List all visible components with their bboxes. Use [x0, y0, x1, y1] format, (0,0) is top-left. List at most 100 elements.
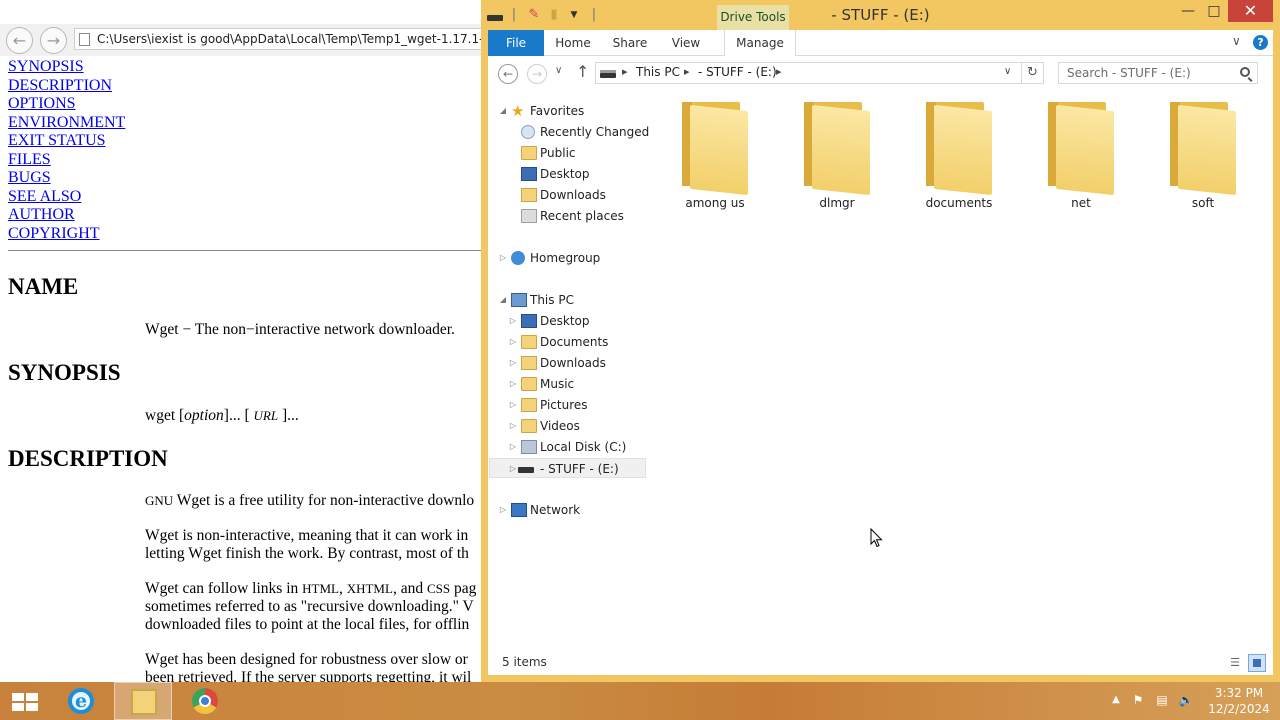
- clock[interactable]: 3:32 PM 12/2/2024: [1204, 685, 1274, 717]
- nav-pc-music-label: Music: [540, 377, 575, 391]
- file-list: among us dlmgr documents net soft: [648, 92, 1273, 652]
- browser-back-button[interactable]: ←: [6, 27, 33, 54]
- refresh-button[interactable]: ↻: [1022, 62, 1044, 84]
- toc-link-files[interactable]: FILES: [8, 151, 125, 170]
- folder-name: net: [1071, 196, 1091, 210]
- large-icons-view-icon[interactable]: [1248, 654, 1266, 672]
- nav-pc-videos[interactable]: ▷ Videos: [508, 416, 648, 436]
- tab-file[interactable]: File: [488, 30, 544, 56]
- taskbar-chrome[interactable]: [176, 682, 234, 720]
- browser-address-bar[interactable]: C:\Users\iexist is good\AppData\Local\Te…: [74, 28, 482, 50]
- nav-recent-places[interactable]: Recent places: [498, 206, 648, 226]
- nav-homegroup[interactable]: ▷ Homegroup: [498, 248, 648, 268]
- breadcrumb-stuff-drive[interactable]: - STUFF - (E:): [698, 65, 777, 79]
- folder-icon: [1170, 102, 1236, 196]
- explorer-content: ← → ∨ ↑ ▸ This PC ▸ - STUFF - (E:) ▸ ∨ ↻…: [488, 56, 1273, 675]
- nav-pc-documents[interactable]: ▷ Documents: [508, 332, 648, 352]
- start-button[interactable]: [0, 682, 50, 720]
- browser-address-text: C:\Users\iexist is good\AppData\Local\Te…: [97, 32, 482, 46]
- breadcrumb-separator-icon[interactable]: ▸: [622, 65, 628, 78]
- documents-icon: [521, 335, 537, 349]
- divider: [8, 250, 482, 251]
- nav-pc-local-disk[interactable]: ▷ Local Disk (C:): [508, 437, 648, 457]
- taskbar-file-explorer[interactable]: [114, 682, 172, 720]
- search-icon[interactable]: [1240, 67, 1250, 77]
- forward-button[interactable]: →: [527, 64, 547, 84]
- nav-favorites[interactable]: ◢ ★ Favorites: [498, 101, 648, 121]
- nav-favorites-downloads[interactable]: Downloads: [498, 185, 648, 205]
- name-heading: NAME: [8, 274, 79, 299]
- recent-locations-icon[interactable]: ∨: [555, 65, 562, 76]
- collapse-icon[interactable]: ◢: [498, 290, 508, 310]
- expand-icon[interactable]: ▷: [508, 332, 518, 352]
- toc-link-author[interactable]: AUTHOR: [8, 206, 125, 225]
- nav-this-pc[interactable]: ◢ This PC: [498, 290, 648, 310]
- navigation-pane: ◢ ★ Favorites Recently Changed Public De…: [488, 92, 650, 652]
- page-icon: [79, 33, 90, 46]
- expand-ribbon-icon[interactable]: ∨: [1232, 34, 1241, 48]
- collapse-icon[interactable]: ◢: [498, 101, 508, 121]
- toc-link-description[interactable]: DESCRIPTION: [8, 77, 125, 96]
- nav-recently-changed[interactable]: Recently Changed: [498, 122, 650, 142]
- volume-muted-icon[interactable]: 🔈: [1178, 692, 1194, 708]
- expand-icon[interactable]: ▷: [498, 248, 508, 268]
- nav-pc-desktop[interactable]: ▷ Desktop: [508, 311, 648, 331]
- expand-icon[interactable]: ▷: [508, 437, 518, 457]
- nav-pc-documents-label: Documents: [540, 335, 609, 349]
- minimize-button[interactable]: —: [1175, 0, 1201, 22]
- breadcrumb-this-pc[interactable]: This PC: [636, 65, 680, 79]
- toc-link-exit-status[interactable]: EXIT STATUS: [8, 132, 125, 151]
- maximize-button[interactable]: □: [1201, 0, 1227, 22]
- nav-pc-pictures[interactable]: ▷ Pictures: [508, 395, 648, 415]
- nav-public[interactable]: Public: [498, 143, 648, 163]
- nav-pc-downloads[interactable]: ▷ Downloads: [508, 353, 648, 373]
- expand-icon[interactable]: ▷: [508, 374, 518, 394]
- folder-item-soft[interactable]: soft: [1148, 98, 1258, 216]
- nav-pc-stuff-drive[interactable]: ▷ - STUFF - (E:): [489, 458, 646, 478]
- taskbar-internet-explorer[interactable]: e: [52, 682, 110, 720]
- tab-view[interactable]: View: [664, 30, 708, 56]
- expand-icon[interactable]: ▷: [508, 353, 518, 373]
- nav-pc-music[interactable]: ▷ Music: [508, 374, 648, 394]
- toc-link-synopsis[interactable]: SYNOPSIS: [8, 58, 125, 77]
- address-dropdown-icon[interactable]: ∨: [1004, 66, 1011, 77]
- expand-icon[interactable]: ▷: [508, 459, 518, 479]
- nav-recently-changed-label: Recently Changed: [540, 125, 650, 139]
- nav-network[interactable]: ▷ Network: [498, 500, 648, 520]
- toc-link-copyright[interactable]: COPYRIGHT: [8, 225, 125, 244]
- network-status-icon[interactable]: ▤: [1154, 692, 1170, 708]
- nav-favorites-label: Favorites: [530, 104, 585, 118]
- toc-link-environment[interactable]: ENVIRONMENT: [8, 114, 125, 133]
- close-button[interactable]: ✕: [1228, 0, 1273, 22]
- folder-icon: [682, 102, 748, 196]
- address-bar[interactable]: ▸ This PC ▸ - STUFF - (E:) ▸ ∨: [595, 62, 1022, 84]
- tab-manage[interactable]: Manage: [724, 30, 796, 56]
- tab-home[interactable]: Home: [551, 30, 595, 56]
- description-p3-line2: sometimes referred to as "recursive down…: [145, 598, 474, 615]
- tab-share[interactable]: Share: [608, 30, 652, 56]
- browser-forward-button[interactable]: →: [40, 27, 67, 54]
- nav-homegroup-label: Homegroup: [530, 251, 601, 265]
- expand-icon[interactable]: ▷: [508, 416, 518, 436]
- title-bar[interactable]: | ✎ ▮ ▼ | Drive Tools - STUFF - (E:) — □…: [481, 0, 1280, 30]
- expand-icon[interactable]: ▷: [498, 500, 508, 520]
- toc-link-see-also[interactable]: SEE ALSO: [8, 188, 125, 207]
- action-center-flag-icon[interactable]: ⚑: [1130, 692, 1146, 708]
- toc-link-bugs[interactable]: BUGS: [8, 169, 125, 188]
- back-button[interactable]: ←: [498, 64, 518, 84]
- nav-favorites-desktop[interactable]: Desktop: [498, 164, 648, 184]
- breadcrumb-separator-icon[interactable]: ▸: [684, 65, 690, 78]
- details-view-icon[interactable]: ☰: [1226, 654, 1244, 672]
- expand-icon[interactable]: ▷: [508, 311, 518, 331]
- toc-link-options[interactable]: OPTIONS: [8, 95, 125, 114]
- folder-item-net[interactable]: net: [1026, 98, 1136, 216]
- show-hidden-icons-icon[interactable]: ▲: [1108, 692, 1124, 708]
- expand-icon[interactable]: ▷: [508, 395, 518, 415]
- folder-item-dlmgr[interactable]: dlmgr: [782, 98, 892, 216]
- folder-item-among-us[interactable]: among us: [660, 98, 770, 216]
- help-icon[interactable]: ?: [1253, 35, 1268, 50]
- search-input[interactable]: Search - STUFF - (E:): [1058, 62, 1258, 84]
- breadcrumb-separator-icon[interactable]: ▸: [776, 65, 782, 78]
- folder-item-documents[interactable]: documents: [904, 98, 1014, 216]
- up-arrow-icon[interactable]: ↑: [576, 62, 589, 81]
